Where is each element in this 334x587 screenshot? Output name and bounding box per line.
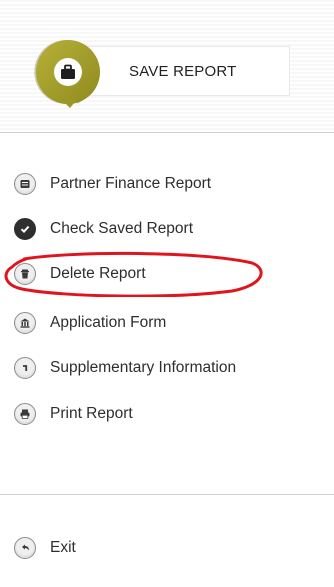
menu-item-label: Application Form [50, 314, 167, 331]
menu-item-label: Partner Finance Report [50, 175, 212, 192]
menu-item-label: Check Saved Report [50, 220, 194, 237]
save-report-label: SAVE REPORT [129, 62, 237, 80]
menu-item-label: Print Report [50, 405, 133, 422]
back-arrow-icon [14, 537, 36, 559]
menu-item-application-form[interactable]: Application Form [14, 310, 166, 336]
divider-top [0, 132, 334, 133]
exit-label: Exit [50, 539, 76, 556]
info-icon [14, 357, 36, 379]
printer-icon [14, 403, 36, 425]
menu-item-print-report[interactable]: Print Report [14, 401, 133, 427]
menu-item-check-saved-report[interactable]: Check Saved Report [14, 216, 193, 242]
divider-bottom [0, 494, 334, 495]
bank-icon [14, 312, 36, 334]
menu-item-label: Supplementary Information [50, 359, 237, 376]
trash-icon [14, 263, 36, 285]
briefcase-icon [34, 39, 100, 108]
menu-item-delete-report[interactable]: Delete Report [14, 261, 146, 287]
check-icon [14, 218, 36, 240]
list-icon [14, 173, 36, 195]
menu-item-supplementary-information[interactable]: Supplementary Information [14, 355, 236, 381]
save-report-button[interactable]: SAVE REPORT [82, 46, 290, 96]
exit-button[interactable]: Exit [14, 535, 76, 561]
menu-item-label: Delete Report [50, 265, 146, 282]
header-banner: SAVE REPORT [0, 0, 334, 132]
menu-item-partner-finance-report[interactable]: Partner Finance Report [14, 171, 211, 197]
